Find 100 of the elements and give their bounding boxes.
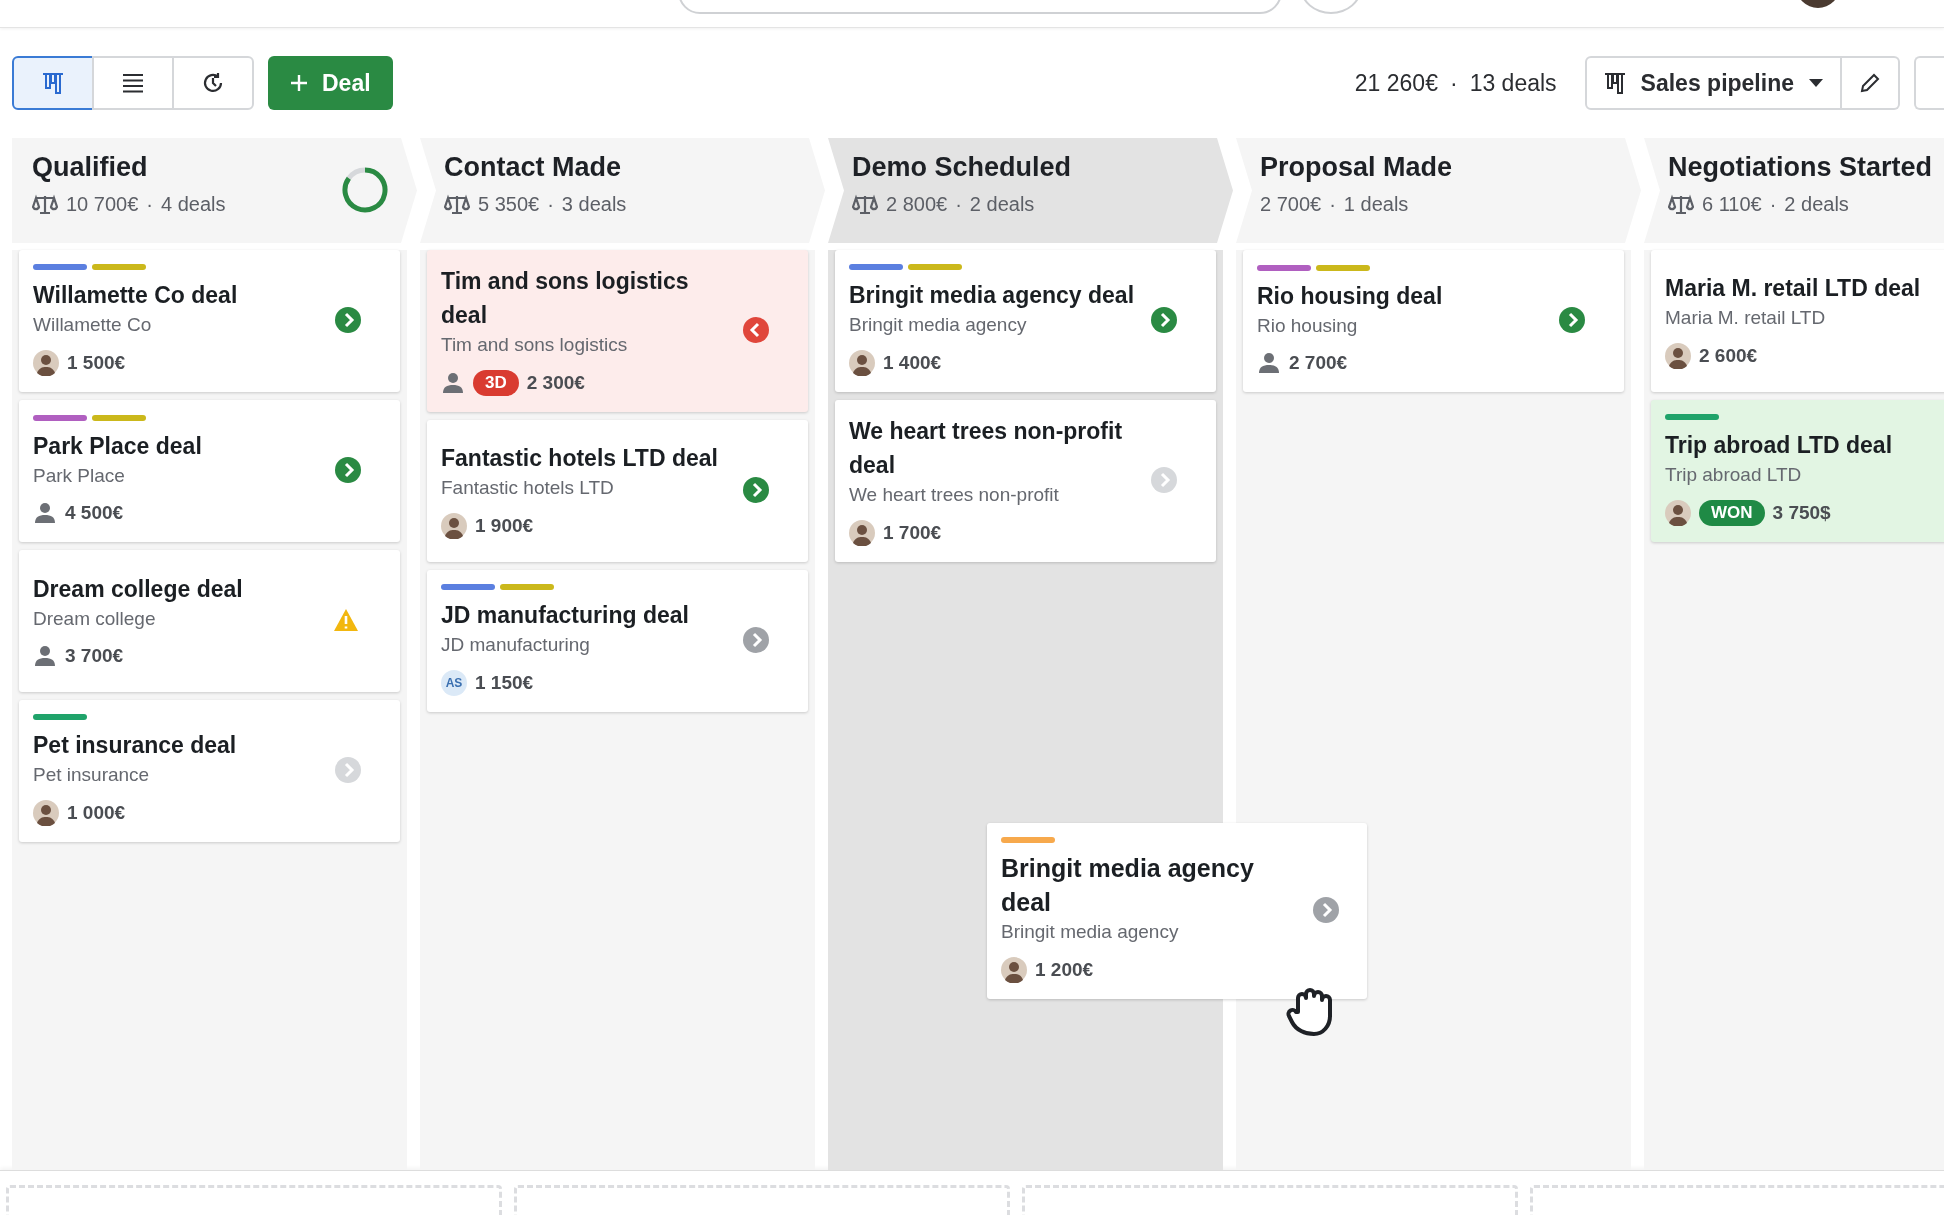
- deal-card[interactable]: Rio housing deal Rio housing 2 700€: [1243, 250, 1624, 392]
- deal-title: Rio housing deal: [1257, 282, 1444, 311]
- person-icon: [33, 501, 57, 525]
- organization-name: Bringit media agency: [1001, 921, 1180, 943]
- list-view-button[interactable]: [92, 56, 174, 110]
- organization-name: Dream college: [33, 608, 157, 630]
- organization-name: Pet insurance: [33, 764, 151, 786]
- pipeline-view-button[interactable]: [12, 56, 94, 110]
- deal-value: 1 000€: [67, 802, 126, 824]
- avatar-icon: [849, 520, 875, 546]
- list-icon: [122, 73, 144, 93]
- deal-card[interactable]: Park Place deal Park Place 4 500€: [19, 400, 400, 542]
- deal-value: 2 300€: [526, 372, 585, 394]
- deal-title: Bringit media agency deal: [849, 281, 1136, 310]
- avatar-icon: [849, 350, 875, 376]
- stage-deal-count: 2 deals: [969, 193, 1035, 216]
- stage-title: Demo Scheduled: [852, 152, 1073, 183]
- scale-icon: [444, 193, 470, 216]
- caret-icon: [1808, 78, 1824, 88]
- progress-ring: [341, 166, 389, 214]
- scale-icon: [852, 193, 878, 216]
- plus-icon: [290, 74, 308, 92]
- deal-value: 1 700€: [883, 522, 942, 544]
- organization-name: Rio housing: [1257, 315, 1359, 337]
- deal-title: Tim and sons logistics deal: [441, 267, 690, 330]
- deal-title: Bringit media agency deal: [1001, 853, 1255, 918]
- deal-title: JD manufacturing deal: [441, 601, 690, 630]
- deal-value: 2 600€: [1699, 345, 1758, 367]
- deal-card[interactable]: Bringit media agency deal Bringit media agency 1 400€: [835, 250, 1216, 392]
- separator-dot: ·: [547, 193, 554, 216]
- deal-count: 13 deals: [1469, 69, 1557, 97]
- pipeline-icon: [1602, 71, 1627, 95]
- stage-total: 10 700€: [66, 193, 139, 216]
- deal-title: Pet insurance deal: [33, 731, 238, 760]
- scale-icon: [32, 193, 58, 216]
- deal-card[interactable]: Maria M. retail LTD deal Maria M. retail LTD 2 600€: [1651, 250, 1944, 392]
- scale-icon: [1668, 193, 1694, 216]
- deal-card[interactable]: JD manufacturing deal JD manufacturing AS 1 150€: [427, 570, 808, 712]
- pipeline-icon: [41, 71, 65, 95]
- stage-deal-count: 1 deals: [1343, 193, 1409, 216]
- deal-value: 1 200€: [1035, 959, 1094, 981]
- deal-title: Willamette Co deal: [33, 281, 239, 310]
- add-deal-button[interactable]: Deal: [268, 56, 393, 110]
- deal-card[interactable]: Bringit media agency deal Bringit media agency 1 200€: [987, 823, 1367, 999]
- forecast-view-button[interactable]: [172, 56, 254, 110]
- deal-value: 4 500€: [65, 502, 124, 524]
- separator-dot: ·: [146, 193, 153, 216]
- deal-value: 1 150€: [475, 672, 534, 694]
- deal-card[interactable]: Tim and sons logistics deal Tim and sons logistics 3D 2 300€: [427, 250, 808, 412]
- deal-card[interactable]: Willamette Co deal Willamette Co 1 500€: [19, 250, 400, 392]
- won-badge: WON: [1699, 500, 1765, 526]
- deal-value: 3 700€: [65, 645, 124, 667]
- organization-name: JD manufacturing: [441, 634, 591, 656]
- deal-title: Maria M. retail LTD deal: [1665, 274, 1922, 303]
- person-icon: [33, 644, 57, 668]
- pipeline-total: 21 260€: [1354, 69, 1438, 97]
- avatar-icon: [1665, 500, 1691, 526]
- deal-title: Park Place deal: [33, 432, 203, 461]
- person-icon: [441, 371, 465, 395]
- separator-dot: ·: [1769, 193, 1777, 216]
- organization-name: Maria M. retail LTD: [1665, 307, 1827, 329]
- deal-value: 1 400€: [883, 352, 942, 374]
- organization-name: Trip abroad LTD: [1665, 464, 1803, 486]
- deal-value: 3 750$: [1772, 502, 1831, 524]
- avatar-icon: [1001, 957, 1027, 983]
- avatar-icon: [33, 800, 59, 826]
- stage-deal-count: 2 deals: [1784, 193, 1849, 216]
- organization-name: We heart trees non-profit: [849, 484, 1060, 506]
- stage-total: 2 700€: [1260, 193, 1322, 216]
- deal-title: We heart trees non-profit deal: [849, 417, 1124, 480]
- person-icon: [1257, 351, 1281, 375]
- organization-name: Willamette Co: [33, 314, 153, 336]
- stage-title: Negotiations Started: [1668, 152, 1934, 183]
- avatar-icon: [33, 350, 59, 376]
- owner-initials: AS: [441, 670, 467, 696]
- stage-title: Proposal Made: [1260, 152, 1454, 183]
- stage-title: Qualified: [32, 152, 149, 183]
- deal-card[interactable]: Dream college deal Dream college 3 700€: [19, 550, 400, 692]
- organization-name: Tim and sons logistics: [441, 334, 629, 356]
- deal-title: Dream college deal: [33, 575, 244, 604]
- separator-dot: ·: [1449, 69, 1458, 97]
- deal-value: 1 500€: [67, 352, 126, 374]
- deal-title: Fantastic hotels LTD deal: [441, 444, 719, 473]
- deal-title: Trip abroad LTD deal: [1665, 431, 1894, 460]
- pipeline-select[interactable]: Sales pipeline: [1584, 56, 1842, 110]
- deal-value: 1 900€: [475, 515, 534, 537]
- stage-deal-count: 4 deals: [160, 193, 226, 216]
- deal-card[interactable]: Fantastic hotels LTD deal Fantastic hotels LTD 1 900€: [427, 420, 808, 562]
- deal-card[interactable]: Pet insurance deal Pet insurance 1 000€: [19, 700, 400, 842]
- stage-title: Contact Made: [444, 152, 623, 183]
- pencil-icon: [1859, 72, 1881, 94]
- organization-name: Bringit media agency: [849, 314, 1028, 336]
- organization-name: Fantastic hotels LTD: [441, 477, 615, 499]
- organization-name: Park Place: [33, 465, 126, 487]
- deal-card[interactable]: Trip abroad LTD deal Trip abroad LTD WON 3 750$: [1651, 400, 1944, 542]
- stage-total: 5 350€: [478, 193, 540, 216]
- deal-card[interactable]: We heart trees non-profit deal We heart trees non-profit 1 700€: [835, 400, 1216, 562]
- edit-button[interactable]: [1842, 56, 1900, 110]
- stage-total: 2 800€: [886, 193, 948, 216]
- avatar-icon: [441, 513, 467, 539]
